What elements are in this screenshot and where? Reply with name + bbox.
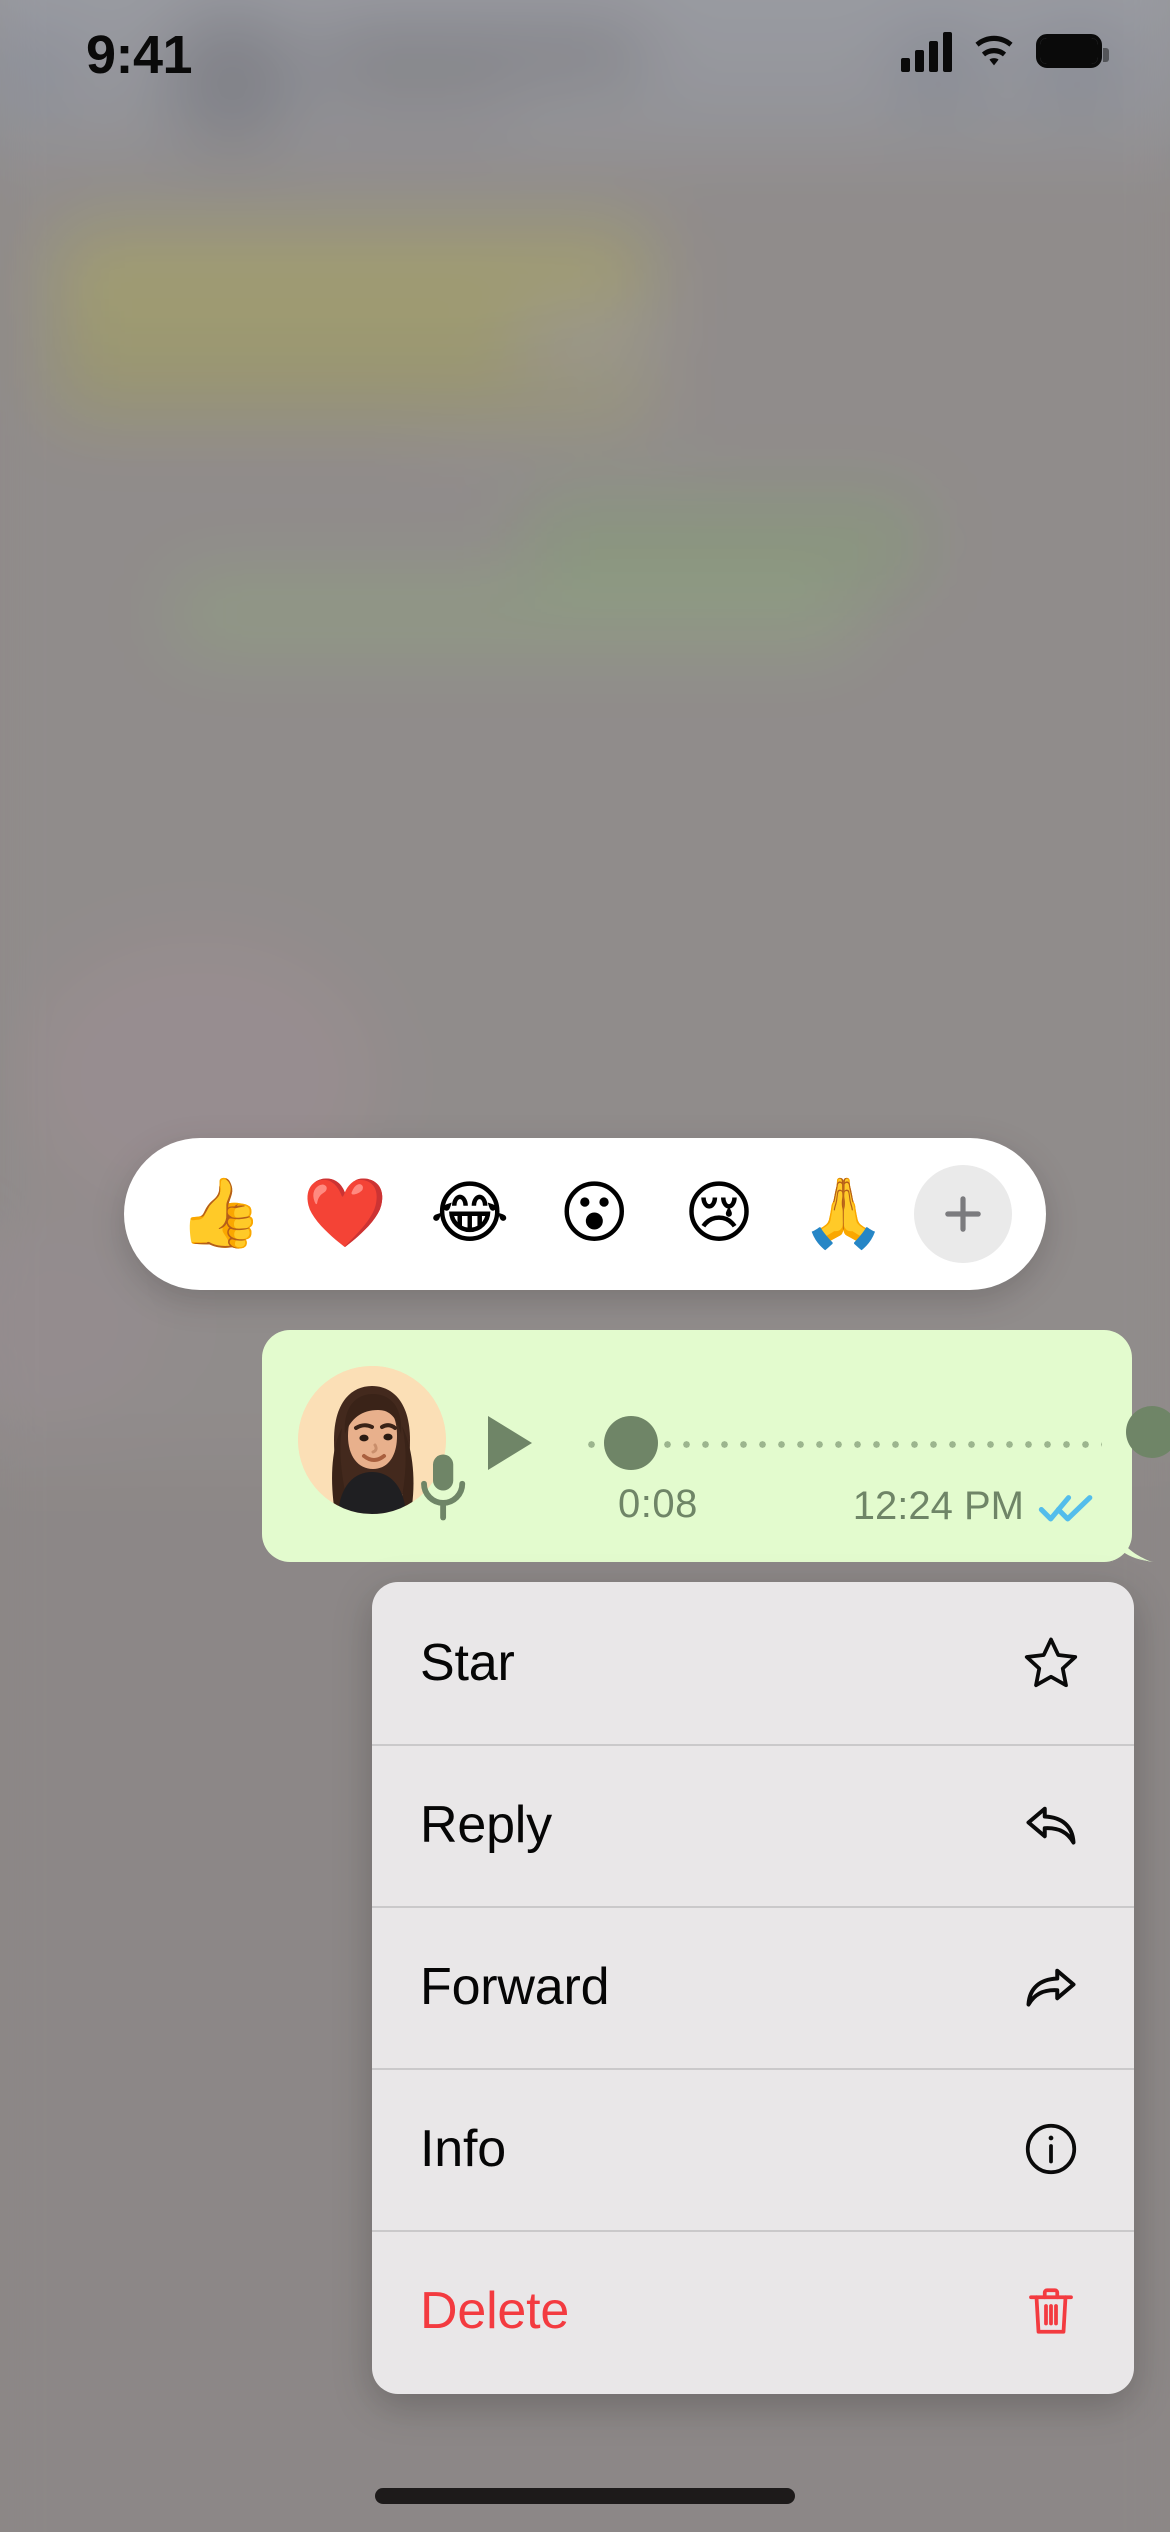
double-check-read-icon [1038,1494,1093,1521]
cellular-signal-icon [901,30,952,72]
menu-item-star[interactable]: Star [372,1582,1134,1744]
trash-icon [1020,2280,1082,2342]
microphone-icon [421,1454,466,1521]
star-outline-icon [1020,1632,1082,1694]
menu-item-label: Forward [420,1958,610,2016]
reaction-thumbs-up[interactable]: 👍 [158,1180,283,1248]
plus-icon[interactable] [914,1165,1013,1263]
reaction-face-with-tears-of-joy[interactable]: 😂 [407,1180,532,1248]
message-meta: 12:24 PM [853,1484,1094,1529]
reaction-folded-hands[interactable]: 🙏 [781,1180,906,1248]
reply-arrow-icon [1020,1794,1082,1856]
menu-item-forward[interactable]: Forward [372,1906,1134,2068]
menu-item-label: Star [420,1634,515,1692]
voice-message-bubble[interactable]: 0:08 12:24 PM [262,1330,1170,1562]
battery-full-icon [1036,34,1109,68]
reaction-face-with-open-mouth[interactable]: 😮 [532,1180,657,1248]
reaction-red-heart[interactable]: ❤️ [283,1180,408,1248]
home-indicator[interactable] [375,2488,795,2504]
forward-arrow-icon [1020,1956,1082,2018]
voice-duration: 0:08 [618,1482,698,1526]
menu-item-label: Reply [420,1796,552,1854]
info-circle-icon [1020,2118,1082,2180]
bubble-tail [1112,1516,1152,1562]
waveform-dots [582,1440,1102,1449]
emoji-reaction-bar[interactable]: 👍 ❤️ 😂 😮 😢 🙏 [124,1138,1046,1290]
wifi-icon [970,30,1018,72]
menu-item-info[interactable]: Info [372,2068,1134,2230]
menu-item-delete[interactable]: Delete [372,2230,1134,2392]
unread-voice-indicator [1126,1406,1170,1458]
message-timestamp: 12:24 PM [852,1484,1024,1528]
phone-screen: 9:41 👍 ❤️ 😂 😮 😢 🙏 0:08 12:24 PM Star Rep… [0,0,1170,2532]
status-bar-time: 9:41 [86,25,193,85]
status-bar: 9:41 [0,0,1170,130]
playback-scrubber-knob[interactable] [604,1416,658,1470]
play-icon[interactable] [488,1416,532,1470]
voice-progress-track[interactable] [582,1406,1170,1470]
menu-item-label: Delete [420,2282,570,2340]
message-context-menu[interactable]: Star Reply Forward Info Delete [372,1582,1134,2394]
menu-item-reply[interactable]: Reply [372,1744,1134,1906]
status-bar-indicators [901,30,1109,72]
menu-item-label: Info [420,2120,506,2178]
reaction-crying-face[interactable]: 😢 [657,1180,782,1248]
